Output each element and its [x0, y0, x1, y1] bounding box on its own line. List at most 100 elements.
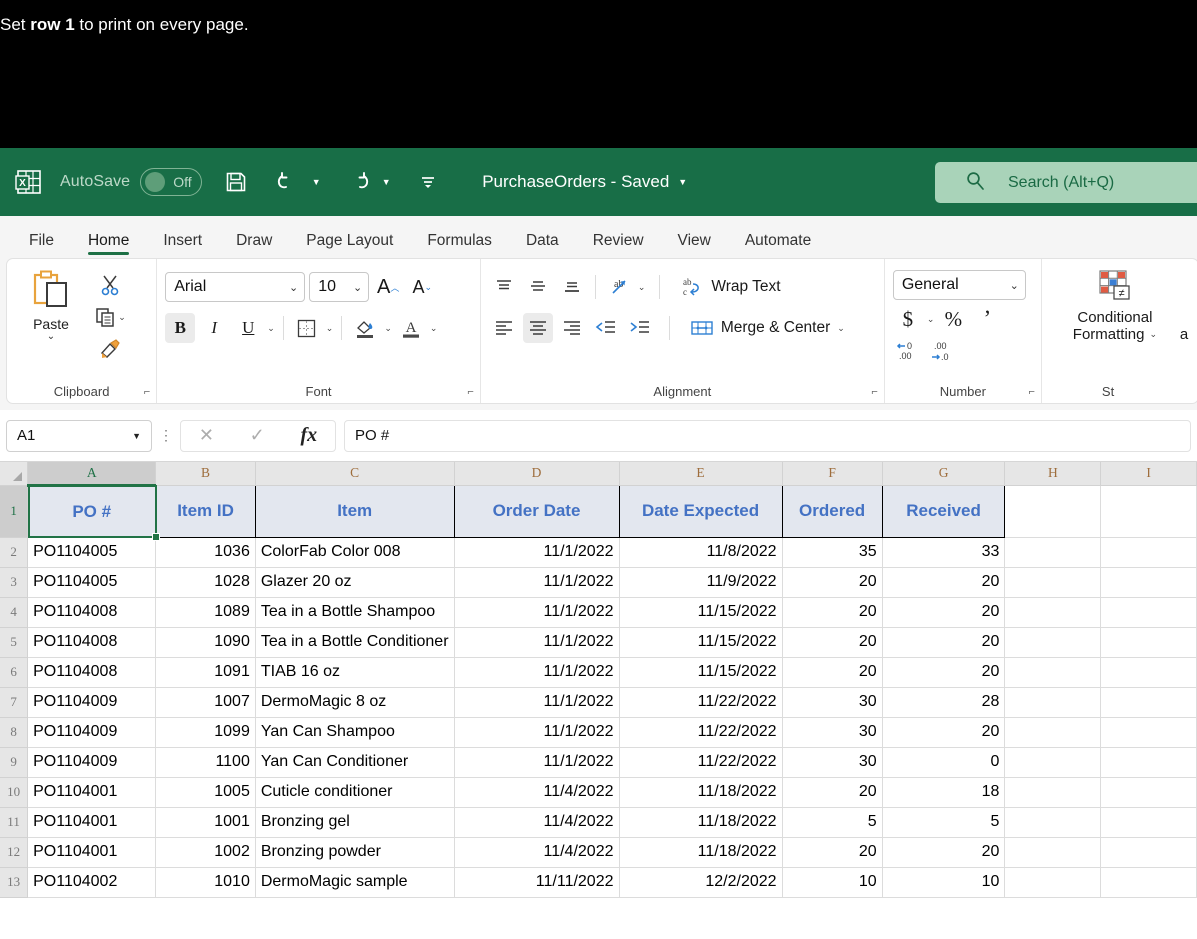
- increase-font-size-button[interactable]: A ︿: [373, 272, 403, 302]
- cell-e4[interactable]: 11/15/2022: [618, 596, 783, 628]
- cell-b7[interactable]: 1007: [155, 686, 256, 718]
- cell-b2[interactable]: 1036: [155, 536, 256, 568]
- cell-g1[interactable]: Received: [881, 484, 1006, 538]
- document-title-dropdown-icon[interactable]: ▼: [678, 177, 687, 187]
- select-all-corner[interactable]: [0, 462, 29, 486]
- tab-page-layout[interactable]: Page Layout: [289, 232, 410, 258]
- cell-f3[interactable]: 20: [781, 566, 883, 598]
- cell-f2[interactable]: 35: [781, 536, 883, 568]
- align-right-button[interactable]: [557, 313, 587, 343]
- cell-h8[interactable]: [1004, 716, 1102, 748]
- cell-a6[interactable]: PO1104008: [27, 656, 157, 688]
- cell-f1[interactable]: Ordered: [781, 484, 883, 538]
- cell-e1[interactable]: Date Expected: [618, 484, 783, 538]
- redo-icon[interactable]: [338, 162, 378, 202]
- cell-d5[interactable]: 11/1/2022: [453, 626, 620, 658]
- align-bottom-button[interactable]: [557, 272, 587, 302]
- align-middle-button[interactable]: [523, 272, 553, 302]
- cell-a8[interactable]: PO1104009: [27, 716, 157, 748]
- cell-c2[interactable]: ColorFab Color 008: [254, 536, 455, 568]
- fill-color-button[interactable]: [350, 313, 380, 343]
- row-header-2[interactable]: 2: [0, 536, 29, 568]
- cell-b11[interactable]: 1001: [155, 806, 256, 838]
- align-left-button[interactable]: [489, 313, 519, 343]
- orientation-dropdown-icon[interactable]: ⌄: [638, 282, 646, 293]
- row-header-13[interactable]: 13: [0, 866, 29, 898]
- cell-e3[interactable]: 11/9/2022: [618, 566, 783, 598]
- cell-d10[interactable]: 11/4/2022: [453, 776, 620, 808]
- borders-button[interactable]: [292, 313, 322, 343]
- cell-b13[interactable]: 1010: [155, 866, 256, 898]
- cell-h9[interactable]: [1004, 746, 1102, 778]
- autosave-toggle[interactable]: Off: [140, 168, 203, 196]
- format-as-table-button[interactable]: a: [1180, 326, 1188, 343]
- row-header-9[interactable]: 9: [0, 746, 29, 778]
- column-header-e[interactable]: E: [619, 462, 783, 486]
- format-painter-button[interactable]: [99, 334, 121, 364]
- cell-g9[interactable]: 0: [881, 746, 1006, 778]
- cell-d8[interactable]: 11/1/2022: [453, 716, 620, 748]
- cell-b8[interactable]: 1099: [155, 716, 256, 748]
- align-top-button[interactable]: [489, 272, 519, 302]
- cell-e11[interactable]: 11/18/2022: [618, 806, 783, 838]
- cell-a4[interactable]: PO1104008: [27, 596, 157, 628]
- cell-e6[interactable]: 11/15/2022: [618, 656, 783, 688]
- cell-c12[interactable]: Bronzing powder: [254, 836, 455, 868]
- cell-e13[interactable]: 12/2/2022: [618, 866, 783, 898]
- currency-button[interactable]: $: [893, 304, 923, 334]
- alignment-dialog-launcher[interactable]: ⌐: [871, 386, 877, 398]
- cell-h11[interactable]: [1004, 806, 1102, 838]
- cell-e12[interactable]: 11/18/2022: [618, 836, 783, 868]
- document-title[interactable]: PurchaseOrders - Saved ▼: [482, 172, 687, 192]
- tab-home[interactable]: Home: [71, 232, 146, 258]
- cell-e8[interactable]: 11/22/2022: [618, 716, 783, 748]
- font-name-dropdown-icon[interactable]: ⌄: [289, 281, 298, 294]
- tab-insert[interactable]: Insert: [146, 232, 219, 258]
- cell-f6[interactable]: 20: [781, 656, 883, 688]
- cell-d7[interactable]: 11/1/2022: [453, 686, 620, 718]
- borders-dropdown-icon[interactable]: ⌄: [326, 323, 334, 334]
- cell-g7[interactable]: 28: [881, 686, 1006, 718]
- cell-g6[interactable]: 20: [881, 656, 1006, 688]
- cell-i1[interactable]: [1100, 484, 1197, 538]
- cell-i6[interactable]: [1100, 656, 1197, 688]
- cell-h10[interactable]: [1004, 776, 1102, 808]
- decrease-decimal-button[interactable]: 0 .00: [893, 336, 923, 366]
- cell-g10[interactable]: 18: [881, 776, 1006, 808]
- font-color-button[interactable]: A: [396, 313, 426, 343]
- merge-center-button[interactable]: Merge & Center ⌄: [686, 312, 849, 344]
- row-header-3[interactable]: 3: [0, 566, 29, 598]
- clipboard-dialog-launcher[interactable]: ⌐: [144, 386, 150, 398]
- cell-h5[interactable]: [1004, 626, 1102, 658]
- cell-d2[interactable]: 11/1/2022: [453, 536, 620, 568]
- cell-a10[interactable]: PO1104001: [27, 776, 157, 808]
- increase-decimal-button[interactable]: .00 .0: [927, 336, 957, 366]
- confirm-icon[interactable]: ✓: [250, 425, 265, 446]
- cell-a9[interactable]: PO1104009: [27, 746, 157, 778]
- cell-c8[interactable]: Yan Can Shampoo: [254, 716, 455, 748]
- comma-style-button[interactable]: ’: [972, 304, 1002, 334]
- cell-a12[interactable]: PO1104001: [27, 836, 157, 868]
- decrease-font-size-button[interactable]: A ⌄: [407, 272, 437, 302]
- cell-e9[interactable]: 11/22/2022: [618, 746, 783, 778]
- cell-a11[interactable]: PO1104001: [27, 806, 157, 838]
- cell-h7[interactable]: [1004, 686, 1102, 718]
- cell-g5[interactable]: 20: [881, 626, 1006, 658]
- font-size-dropdown-icon[interactable]: ⌄: [353, 281, 362, 294]
- name-box-dropdown-icon[interactable]: ▼: [132, 431, 141, 441]
- bold-button[interactable]: B: [165, 313, 196, 343]
- cell-h3[interactable]: [1004, 566, 1102, 598]
- cell-d4[interactable]: 11/1/2022: [453, 596, 620, 628]
- cell-f5[interactable]: 20: [781, 626, 883, 658]
- cancel-icon[interactable]: ✕: [199, 425, 214, 446]
- cell-a5[interactable]: PO1104008: [27, 626, 157, 658]
- paste-button[interactable]: Paste ⌄: [15, 266, 87, 403]
- row-header-10[interactable]: 10: [0, 776, 29, 808]
- cell-i4[interactable]: [1100, 596, 1197, 628]
- cell-f10[interactable]: 20: [781, 776, 883, 808]
- cell-i13[interactable]: [1100, 866, 1197, 898]
- undo-icon[interactable]: [268, 162, 308, 202]
- cell-h6[interactable]: [1004, 656, 1102, 688]
- font-size-combo[interactable]: 10 ⌄: [309, 272, 370, 302]
- cell-b1[interactable]: Item ID: [155, 484, 256, 538]
